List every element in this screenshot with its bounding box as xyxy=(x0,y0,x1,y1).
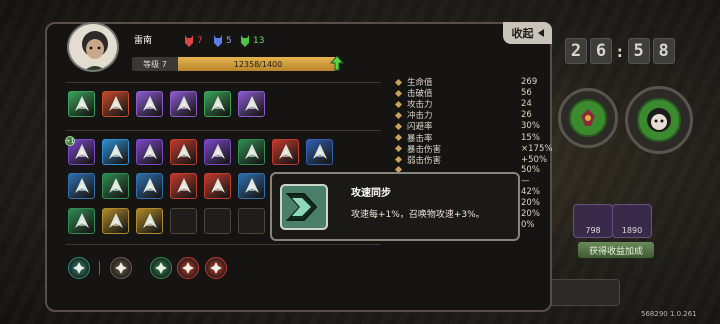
green-arrow-up-icon[interactable] xyxy=(68,208,95,234)
resource-red: 7 xyxy=(184,35,203,47)
gold-ring-icon[interactable] xyxy=(136,208,163,234)
stat-value: 0% xyxy=(521,220,535,231)
upgrade-badge: +1 xyxy=(65,136,75,146)
stat-value: 56 xyxy=(521,88,532,99)
stat-value: 20% xyxy=(521,198,540,209)
blue-road-icon[interactable] xyxy=(68,173,95,199)
chain-icon[interactable] xyxy=(110,257,132,279)
purple-eye-icon[interactable] xyxy=(136,91,163,117)
timer-digit: 2 xyxy=(565,38,587,64)
divider xyxy=(66,82,381,83)
countdown-timer: 2 6 : 5 8 xyxy=(565,36,713,66)
diamond-bullet-icon xyxy=(394,100,403,108)
summon-portrait-button[interactable] xyxy=(558,88,618,148)
tooltip-title: 攻速同步 xyxy=(351,188,391,199)
demon-icon xyxy=(569,99,607,137)
collapse-button[interactable]: 收起 xyxy=(503,22,552,44)
stat-value: 26 xyxy=(521,110,532,121)
blue-dash-icon[interactable] xyxy=(238,173,265,199)
green-speed-icon xyxy=(280,184,328,230)
stat-value: 50% xyxy=(521,164,540,175)
blue-shuriken-icon[interactable] xyxy=(102,139,129,165)
blue-mask-icon xyxy=(214,35,222,47)
timer-digit: 5 xyxy=(627,38,650,64)
gold-coin-icon[interactable] xyxy=(102,208,129,234)
tooltip-description: 攻速每+1%，召唤物攻速+3%。 xyxy=(351,210,485,220)
bag-value: 798 xyxy=(585,226,601,235)
blue-fish-icon[interactable] xyxy=(136,173,163,199)
purple-flag-icon[interactable]: +1 xyxy=(65,136,95,165)
level-up-arrow-icon[interactable] xyxy=(330,55,344,71)
red-bird-icon[interactable] xyxy=(170,173,197,199)
xp-bar: 12358/1400 xyxy=(178,57,338,71)
bonus-button[interactable]: 获得收益加成 xyxy=(578,242,654,258)
resource-value: 13 xyxy=(253,36,265,46)
face-icon xyxy=(637,98,681,142)
green-burst-icon[interactable] xyxy=(150,257,172,279)
timer-colon: : xyxy=(615,41,625,61)
companion-portrait-button[interactable] xyxy=(625,86,693,154)
empty-skill-slot[interactable] xyxy=(204,208,231,234)
red-spikes-icon[interactable] xyxy=(272,139,299,165)
timer-digit: 8 xyxy=(652,38,675,64)
purple-triangle-icon[interactable] xyxy=(204,139,231,165)
resource-blue: 5 xyxy=(213,35,232,47)
green-leaf-blade-icon[interactable] xyxy=(68,91,95,117)
diamond-bullet-icon xyxy=(394,89,403,97)
red-mask-icon xyxy=(185,35,193,47)
version-text: 568290 1.0.261 xyxy=(641,310,697,318)
diamond-bullet-icon xyxy=(394,133,403,142)
diamond-bullet-icon xyxy=(394,122,403,130)
green-wave-icon[interactable] xyxy=(102,173,129,199)
resource-value: 5 xyxy=(226,36,232,46)
collapse-label: 收起 xyxy=(511,27,534,40)
stat-value: 42% xyxy=(521,187,540,197)
stat-value: — xyxy=(521,175,530,186)
diamond-bullet-icon xyxy=(394,78,403,86)
diamond-bullet-icon xyxy=(394,111,403,119)
timer-digit: 6 xyxy=(590,38,612,64)
reward-bag-dark[interactable]: 1890 xyxy=(612,204,652,238)
resource-green: 13 xyxy=(240,35,264,47)
player-name: 雷南 xyxy=(134,36,153,46)
purple-claw-icon[interactable] xyxy=(136,139,163,165)
red-arrows-icon[interactable] xyxy=(170,139,197,165)
level-label: 等级 7 xyxy=(132,57,178,71)
stat-value: 15% xyxy=(521,132,540,143)
blue-shield-icon[interactable] xyxy=(306,139,333,165)
divider xyxy=(66,244,381,245)
stat-value: 30% xyxy=(521,121,540,132)
diamond-bullet-icon xyxy=(394,156,403,164)
diamond-bullet-icon xyxy=(394,145,403,153)
stat-value: 24 xyxy=(521,99,532,110)
scroll-icon[interactable] xyxy=(68,257,90,279)
empty-skill-slot[interactable] xyxy=(170,208,197,234)
stat-value: +50% xyxy=(521,154,548,165)
divider xyxy=(99,261,100,275)
empty-skill-slot[interactable] xyxy=(238,208,265,234)
resource-value: 7 xyxy=(197,36,203,46)
reward-bag-purple[interactable]: 798 xyxy=(573,204,613,238)
skill-tooltip: 攻速同步 攻速每+1%，召唤物攻速+3%。 xyxy=(270,172,520,241)
purple-totem-icon[interactable] xyxy=(170,91,197,117)
caret-left-icon xyxy=(537,29,544,37)
green-slash-icon[interactable] xyxy=(238,139,265,165)
purple-mask-icon[interactable] xyxy=(238,91,265,117)
horned-demon-icon[interactable] xyxy=(102,91,129,117)
red-star-icon[interactable] xyxy=(205,257,227,279)
stat-value: ×175% xyxy=(521,143,553,154)
stat-value: 20% xyxy=(521,209,540,220)
green-wing-icon[interactable] xyxy=(204,91,231,117)
stat-value: 269 xyxy=(521,77,538,87)
divider xyxy=(66,130,381,131)
red-star-icon[interactable] xyxy=(177,257,199,279)
green-mask-icon xyxy=(241,35,249,47)
avatar xyxy=(67,22,119,72)
red-flame-icon[interactable] xyxy=(204,173,231,199)
bag-value: 1890 xyxy=(621,226,643,235)
xp-text: 12358/1400 xyxy=(233,59,283,69)
